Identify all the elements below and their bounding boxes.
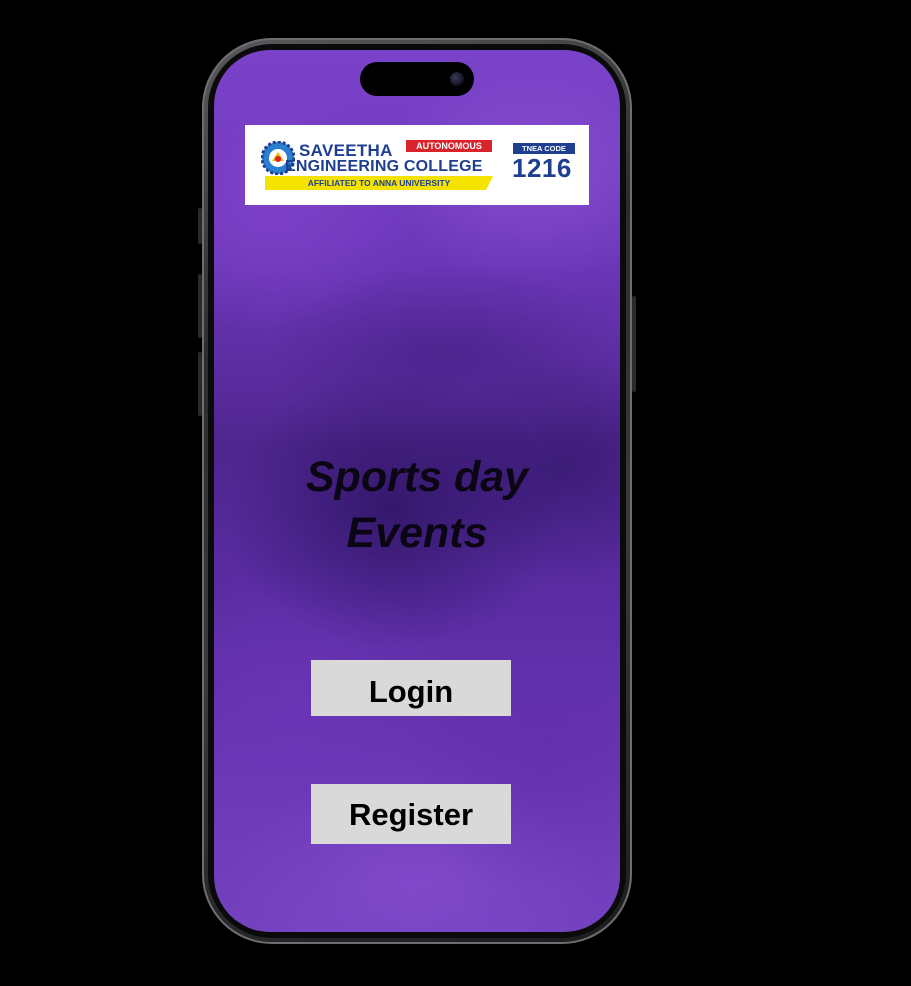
page-title: Sports day Events bbox=[214, 449, 620, 561]
affiliation-strip: AFFILIATED TO ANNA UNIVERSITY bbox=[265, 176, 493, 190]
tnea-code-value: 1216 bbox=[512, 153, 572, 183]
phone-screen: SAVEETHA AUTONOMOUS ENGINEERING COLLEGE … bbox=[214, 50, 620, 932]
volume-up-button bbox=[198, 208, 202, 244]
page-title-line2: Events bbox=[346, 509, 488, 557]
login-button[interactable]: Login bbox=[311, 660, 511, 716]
college-name-line2: ENGINEERING COLLEGE bbox=[285, 158, 483, 175]
dynamic-island bbox=[360, 62, 474, 96]
college-banner: SAVEETHA AUTONOMOUS ENGINEERING COLLEGE … bbox=[245, 125, 589, 205]
autonomous-badge: AUTONOMOUS bbox=[406, 140, 492, 152]
volume-down-button bbox=[198, 274, 202, 338]
page-title-line1: Sports day bbox=[305, 453, 529, 501]
power-button bbox=[632, 296, 636, 392]
register-button[interactable]: Register bbox=[311, 784, 511, 844]
volume-down-2-button bbox=[198, 352, 202, 416]
front-camera-icon bbox=[450, 72, 464, 86]
